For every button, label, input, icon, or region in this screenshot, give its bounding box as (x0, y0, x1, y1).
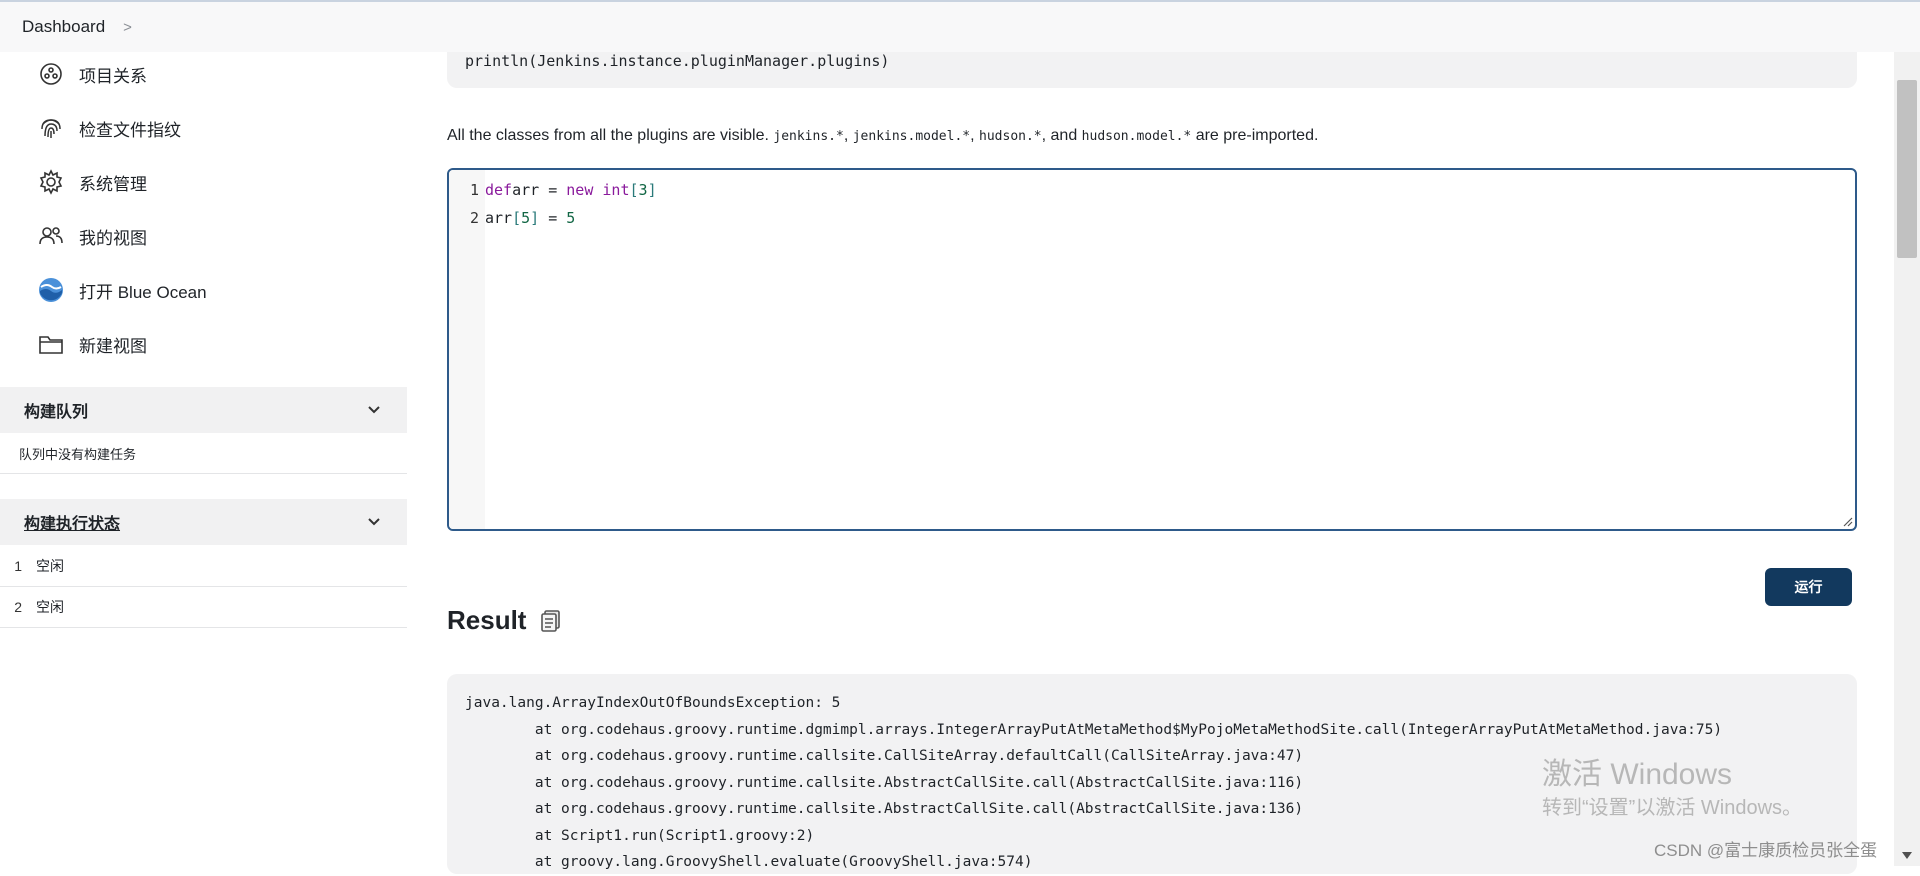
build-queue-title: 构建队列 (24, 404, 89, 421)
description-text: , (843, 127, 853, 144)
example-code-text: println(Jenkins.instance.pluginManager.p… (465, 52, 890, 70)
copy-icon[interactable] (540, 609, 562, 633)
executor-number: 1 (14, 558, 22, 574)
sidebar-item-new-view[interactable]: 新建视图 (37, 324, 147, 364)
executors-header[interactable]: 构建执行状态 (0, 499, 407, 545)
editor-line[interactable]: 2 arr[5] = 5 (449, 204, 575, 232)
executor-number: 2 (14, 599, 22, 615)
stacktrace-line: at org.codehaus.groovy.runtime.dgmimpl.a… (465, 721, 1723, 738)
description-text: , (970, 127, 980, 144)
sidebar-item-label: 打开 Blue Ocean (79, 282, 207, 302)
description-text: , and (1041, 127, 1082, 144)
executor-row: 1 空闲 (0, 546, 407, 587)
description-code: jenkins.model.* (852, 129, 971, 144)
folder-icon (37, 330, 65, 358)
sidebar-item-label: 项目关系 (79, 66, 147, 86)
script-editor[interactable]: 1 defarr = new int[3] 2 arr[5] = 5 (447, 168, 1857, 531)
chevron-down-icon[interactable] (365, 401, 383, 419)
result-heading: Result (447, 605, 562, 636)
sidebar-item-fingerprint[interactable]: 检查文件指纹 (37, 108, 181, 148)
build-queue-empty-text: 队列中没有构建任务 (19, 446, 137, 462)
chevron-right-icon[interactable]: > (123, 19, 132, 36)
code-text[interactable]: defarr = new int[3] (485, 181, 657, 199)
executor-state: 空闲 (36, 558, 64, 574)
sidebar-item-project-relationship[interactable]: 项目关系 (37, 54, 147, 94)
description-code: hudson.model.* (1081, 129, 1192, 144)
stacktrace-line: java.lang.ArrayIndexOutOfBoundsException… (465, 695, 841, 711)
build-queue-header[interactable]: 构建队列 (0, 387, 407, 433)
description-text: All the classes from all the plugins are… (447, 127, 774, 144)
result-title: Result (447, 605, 527, 635)
sidebar-item-blue-ocean[interactable]: 打开 Blue Ocean (37, 270, 207, 310)
gear-icon (37, 168, 65, 196)
script-description: All the classes from all the plugins are… (447, 127, 1318, 145)
sidebar-item-my-views[interactable]: 我的视图 (37, 216, 147, 256)
stacktrace-line: at groovy.lang.GroovyShell.evaluate(Groo… (465, 854, 1033, 870)
sidebar-item-manage[interactable]: 系统管理 (37, 162, 147, 202)
sidebar-item-label: 新建视图 (79, 336, 147, 356)
breadcrumb-bar: Dashboard > (0, 0, 1920, 52)
line-number: 2 (469, 209, 479, 227)
people-icon (37, 222, 65, 250)
windows-activation-title: 激活 Windows (1542, 758, 1733, 791)
editor-line[interactable]: 1 defarr = new int[3] (449, 176, 657, 204)
executor-state: 空闲 (36, 599, 64, 615)
chevron-down-icon[interactable] (365, 513, 383, 531)
windows-activation-subtitle: 转到“设置”以激活 Windows。 (1542, 797, 1803, 819)
scroll-down-icon[interactable] (1900, 848, 1914, 862)
build-queue-empty: 队列中没有构建任务 (0, 433, 407, 474)
fingerprint-icon (37, 114, 65, 142)
executor-row: 2 空闲 (0, 587, 407, 628)
code-text[interactable]: arr[5] = 5 (485, 209, 575, 227)
run-button[interactable]: 运行 (1765, 568, 1852, 606)
sidebar: 项目关系 检查文件指纹 系统管理 我的视图 打开 Blue Ocean 新建视图… (0, 52, 407, 866)
sidebar-item-label: 系统管理 (79, 174, 147, 194)
scrollbar-thumb[interactable] (1897, 80, 1917, 258)
breadcrumb-dashboard[interactable]: Dashboard (22, 17, 105, 37)
sidebar-item-label: 检查文件指纹 (79, 120, 181, 140)
line-number: 1 (469, 181, 479, 199)
sidebar-item-label: 我的视图 (79, 228, 147, 248)
resize-handle-icon[interactable] (1841, 515, 1853, 527)
csdn-watermark: CSDN @富士康质检员张全蛋 (1654, 841, 1878, 860)
executors-title[interactable]: 构建执行状态 (24, 510, 120, 534)
network-icon (37, 60, 65, 88)
description-text: are pre-imported. (1191, 127, 1319, 144)
blue-ocean-icon (37, 276, 65, 304)
description-code: jenkins.* (773, 129, 844, 144)
stacktrace-line: at Script1.run(Script1.groovy:2) (465, 827, 815, 844)
description-code: hudson.* (979, 129, 1042, 144)
